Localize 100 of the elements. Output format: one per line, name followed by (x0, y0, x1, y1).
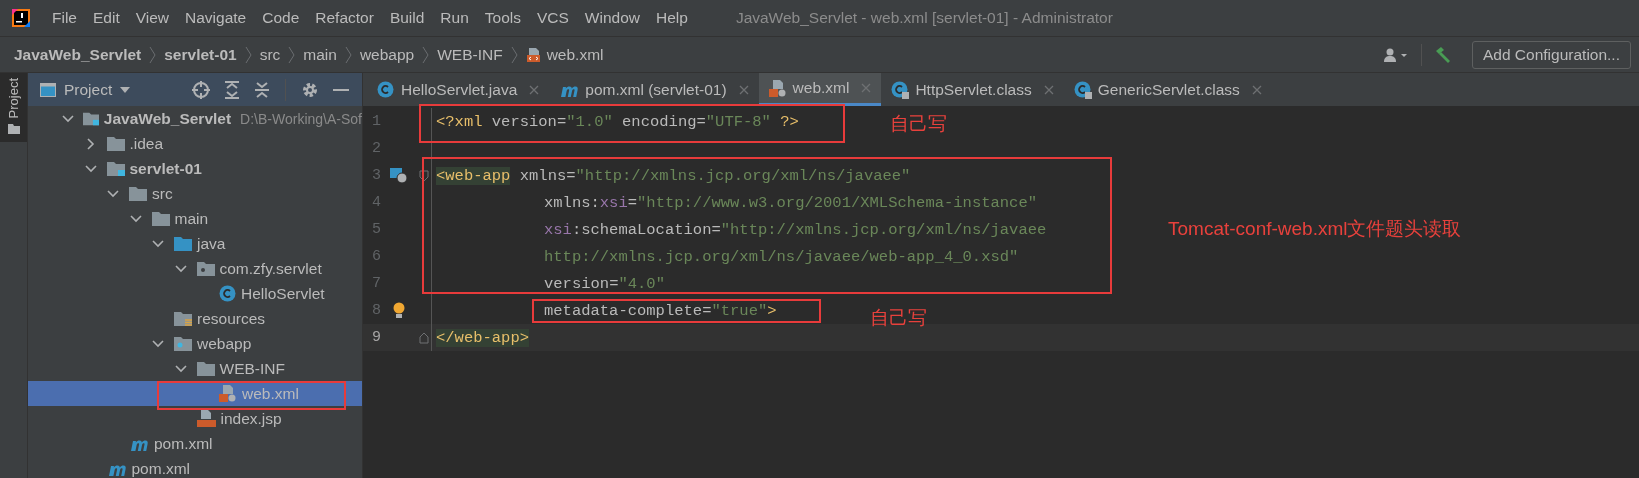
chevron-icon (62, 112, 74, 125)
chevron-icon (107, 187, 119, 200)
source-folder-icon (174, 236, 192, 251)
folder-icon (106, 136, 125, 151)
chevron-separator-icon (149, 45, 157, 64)
tree-item[interactable]: WEB-INF (28, 356, 362, 381)
menu-item[interactable]: VCS (528, 9, 577, 27)
class-icon (219, 285, 236, 302)
annotation-note: 自己写 (870, 306, 927, 330)
locate-icon[interactable] (192, 80, 210, 99)
locked-class-icon (891, 80, 910, 99)
breadcrumb-item[interactable]: webapp (359, 45, 415, 64)
tree-item[interactable]: main (28, 206, 362, 231)
code-line: xsi:schemaLocation="http://xmlns.jcp.org/xml/ns/javaee (544, 220, 1047, 239)
tree-item[interactable]: resources (28, 306, 362, 331)
tree-item[interactable]: servlet-01 (28, 156, 362, 181)
tree-item[interactable]: java (28, 231, 362, 256)
menu-item[interactable]: View (127, 9, 178, 27)
path-hint: D:\B-Working\A-Sof (240, 110, 362, 127)
code-line: <?xml version="1.0" encoding="UTF-8" ?> (436, 112, 799, 131)
module-folder-icon (106, 161, 125, 176)
code-line: version="4.0" (544, 274, 665, 293)
line-number: 7 (371, 275, 381, 292)
chevron-icon (84, 137, 97, 150)
folder-icon (7, 124, 20, 135)
expand-all-icon[interactable] (224, 80, 240, 99)
minimize-icon[interactable] (333, 87, 349, 92)
class-icon (377, 80, 395, 99)
menu-item[interactable]: Window (576, 9, 648, 27)
breadcrumb-item[interactable]: main (303, 45, 337, 64)
hammer-icon[interactable] (1434, 45, 1452, 64)
module-folder-icon (82, 111, 99, 126)
breadcrumb-item[interactable]: WEB-INF (437, 45, 503, 64)
settings-icon[interactable] (301, 80, 319, 99)
window-icon (40, 82, 56, 97)
tree-item[interactable]: HelloServlet (28, 281, 362, 306)
chevron-separator-icon (288, 45, 296, 64)
tree-item[interactable]: src (28, 181, 362, 206)
web-folder-icon (174, 336, 192, 351)
editor-tab[interactable]: HelloServlet.java (367, 73, 550, 106)
close-icon[interactable] (738, 84, 749, 95)
chevron-icon (174, 262, 187, 275)
chevron-separator-icon (422, 45, 430, 64)
code-line: xmlns:xsi="http://www.w3.org/2001/XMLSchema-instance" (544, 193, 1037, 212)
line-number: 2 (371, 140, 381, 157)
line-number: 9 (371, 329, 381, 346)
editor-tab[interactable]: HttpServlet.class (881, 73, 1064, 106)
editor-tab[interactable]: GenericServlet.class (1063, 73, 1272, 106)
user-icon[interactable] (1383, 46, 1409, 63)
app-logo-icon (10, 7, 32, 29)
project-view-selector[interactable]: Project (40, 80, 131, 99)
line-number: 5 (371, 221, 381, 238)
menu-item[interactable]: File (44, 9, 85, 27)
tree-item[interactable]: webapp (28, 331, 362, 356)
menu-item[interactable]: Tools (476, 9, 529, 27)
breadcrumb-item[interactable]: JavaWeb_Servlet (14, 45, 142, 64)
tree-item[interactable]: com.zfy.servlet (28, 256, 362, 281)
xml-file-icon (219, 385, 237, 402)
menu-item[interactable]: Refactor (307, 9, 382, 27)
jsp-file-icon (196, 410, 216, 427)
menu-item[interactable]: Build (381, 9, 433, 27)
close-icon[interactable] (1251, 84, 1262, 95)
tree-item[interactable]: JavaWeb_Servlet D:\B-Working\A-Sof (28, 106, 362, 131)
collapse-all-icon[interactable] (254, 80, 270, 99)
tree-item[interactable]: .idea (28, 131, 362, 156)
editor-tab[interactable]: web.xml (758, 73, 882, 106)
code-line: metadata-complete="true"> (544, 301, 777, 320)
close-icon[interactable] (529, 84, 540, 95)
editor-tab[interactable]: pom.xml (servlet-01) (549, 73, 759, 106)
menu-item[interactable]: Code (254, 9, 308, 27)
breadcrumb-item[interactable]: servlet-01 (164, 45, 237, 64)
line-number: 4 (371, 194, 381, 211)
menu-item[interactable]: Edit (85, 9, 128, 27)
close-icon[interactable] (1043, 84, 1054, 95)
chevron-separator-icon (244, 45, 252, 64)
line-number: 8 (371, 302, 381, 319)
menu-item[interactable]: Run (432, 9, 477, 27)
lightbulb-icon (393, 302, 405, 319)
breadcrumb-item[interactable]: web.xml (525, 45, 604, 64)
caret-icon (120, 86, 131, 93)
tree-item[interactable]: pom.xml (28, 456, 362, 478)
project-tool-tab[interactable]: Project (0, 73, 27, 143)
tree-item[interactable]: index.jsp (28, 406, 362, 431)
tree-item[interactable]: pom.xml (28, 431, 362, 456)
locked-class-icon (1073, 80, 1092, 99)
chevron-icon (129, 212, 142, 225)
menu-item[interactable]: Navigate (177, 9, 255, 27)
folder-icon (151, 211, 170, 226)
line-number: 1 (371, 113, 381, 130)
window-title: JavaWeb_Servlet - web.xml [servlet-01] - Administrator (735, 9, 1113, 27)
breadcrumb-item[interactable]: src (259, 45, 281, 64)
chevron-icon (174, 362, 187, 375)
annotation-note: Tomcat-conf-web.xml文件题头读取 (1168, 217, 1462, 241)
xml-file-icon (525, 46, 542, 63)
fold-icon[interactable] (419, 331, 429, 344)
resources-folder-icon (174, 310, 192, 327)
fold-icon[interactable] (419, 169, 429, 182)
menu-item[interactable]: Help (648, 9, 696, 27)
folder-icon (129, 186, 147, 201)
add-configuration-button[interactable]: Add Configuration... (1472, 40, 1631, 69)
